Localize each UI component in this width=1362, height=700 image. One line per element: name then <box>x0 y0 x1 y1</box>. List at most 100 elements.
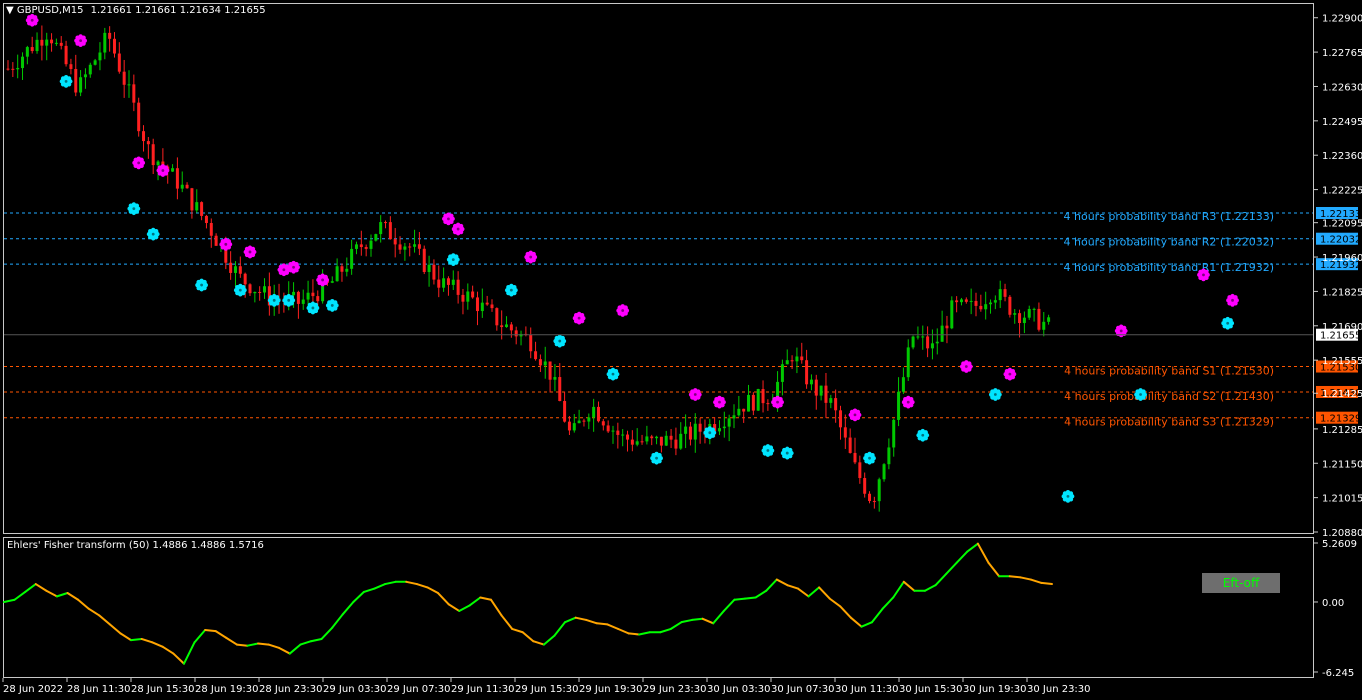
candle-body <box>635 441 639 445</box>
chart-menu-triangle-icon[interactable]: ▼ <box>6 5 14 16</box>
low-marker-icon <box>1061 489 1075 503</box>
candle-body <box>800 356 804 361</box>
candle-body <box>882 464 886 480</box>
candle-body <box>872 501 876 503</box>
fisher-segment <box>585 618 598 625</box>
candle-body <box>243 273 247 285</box>
fisher-segment <box>108 623 122 635</box>
candle-body <box>669 435 673 440</box>
candle-body <box>475 297 479 312</box>
fisher-segment <box>288 643 302 655</box>
candle-body <box>761 389 765 404</box>
high-marker-icon <box>1003 367 1017 381</box>
candle-body <box>122 71 126 85</box>
candle-body <box>930 343 934 349</box>
fisher-transform-line <box>3 542 1053 665</box>
eft-off-button[interactable]: Eft-off <box>1202 573 1280 593</box>
fisher-segment <box>574 616 588 621</box>
high-marker-icon <box>219 237 233 251</box>
price-tick-label: 1.22360 <box>1322 151 1362 162</box>
candle-body <box>108 32 112 39</box>
band-label: 4 hours probability band R3 (1.22133) <box>1064 210 1275 223</box>
candle-body <box>911 336 915 348</box>
candle-body <box>25 47 29 57</box>
candle-body <box>69 64 73 69</box>
fisher-segment <box>553 621 567 637</box>
candle-body <box>296 291 300 304</box>
candle-body <box>408 246 412 248</box>
high-marker-icon <box>451 222 465 236</box>
candle-body <box>645 436 649 442</box>
fisher-segment <box>934 572 948 587</box>
candle-body <box>514 330 518 337</box>
candle-body <box>621 434 625 436</box>
candle-body <box>819 385 823 396</box>
candle-body <box>471 291 475 298</box>
price-tick-label: 1.22095 <box>1322 219 1362 230</box>
fisher-segment <box>871 607 884 624</box>
band-price-label: 1.22032 <box>1320 235 1361 246</box>
fisher-segment <box>659 627 672 634</box>
price-chart[interactable]: 4 hours probability band R3 (1.22133) 1.2… <box>0 0 1362 700</box>
high-marker-icon <box>959 360 973 373</box>
candle-body <box>1042 321 1046 330</box>
fisher-segment <box>966 542 979 553</box>
fisher-axis: 5.2609 0.00 -6.245 <box>1314 539 1357 679</box>
candle-body <box>1047 317 1051 322</box>
candle-body <box>451 279 455 285</box>
candle-body <box>132 84 136 103</box>
fisher-segment <box>489 598 503 617</box>
high-marker-icon <box>243 245 257 259</box>
chart-header: ▼ GBPUSD,M15 1.21661 1.21661 1.21634 1.2… <box>6 5 266 16</box>
candle-body <box>6 68 10 70</box>
candle-body <box>790 360 794 362</box>
candle-body <box>877 479 881 502</box>
candle-body <box>655 436 659 439</box>
candle-body <box>379 222 383 235</box>
candle-body <box>926 336 930 349</box>
candle-body <box>892 419 896 448</box>
fisher-segment <box>564 616 577 624</box>
fisher-segment <box>818 586 831 600</box>
candle-body <box>388 222 392 240</box>
candle-body <box>1008 296 1012 315</box>
fisher-segment <box>722 598 736 612</box>
fisher-segment <box>511 627 524 634</box>
time-tick-label: 30 Jun 03:30 <box>707 684 771 695</box>
candle-body <box>142 131 146 142</box>
fisher-segment <box>744 596 757 600</box>
time-tick-label: 29 Jun 19:30 <box>579 684 643 695</box>
candle-body <box>538 359 542 366</box>
candle-body <box>592 406 596 418</box>
fisher-segment <box>1008 575 1022 579</box>
fisher-segment <box>796 587 810 598</box>
band-label: 4 hours probability band R1 (1.21932) <box>1064 261 1275 274</box>
candle-body <box>171 168 175 172</box>
candle-body <box>195 202 199 211</box>
fisher-segment <box>426 586 440 595</box>
candle-body <box>466 291 470 302</box>
candle-body <box>316 296 320 302</box>
high-marker-icon <box>616 304 630 317</box>
candle-body <box>456 279 460 295</box>
candle-body <box>384 222 388 224</box>
candle-body <box>103 32 107 53</box>
current-price-label: 1.21655 <box>1320 331 1361 342</box>
indicator-label: Ehlers' Fisher transform (50) 1.4886 1.4… <box>7 540 264 551</box>
low-marker-icon <box>780 446 794 460</box>
fisher-segment <box>945 561 958 575</box>
candle-body <box>950 300 954 329</box>
candle-body <box>863 478 867 494</box>
fisher-segment <box>807 586 821 598</box>
fisher-segment <box>55 592 69 598</box>
candle-body <box>156 161 160 166</box>
candle-body <box>659 436 663 446</box>
low-marker-icon <box>195 278 208 292</box>
candle-body <box>263 286 267 293</box>
candle-body <box>858 462 862 479</box>
candle-body <box>945 325 949 329</box>
candle-body <box>809 379 813 385</box>
fisher-segment <box>341 600 355 616</box>
fisher-segment <box>902 580 916 592</box>
price-tick-label: 1.21285 <box>1322 425 1362 436</box>
